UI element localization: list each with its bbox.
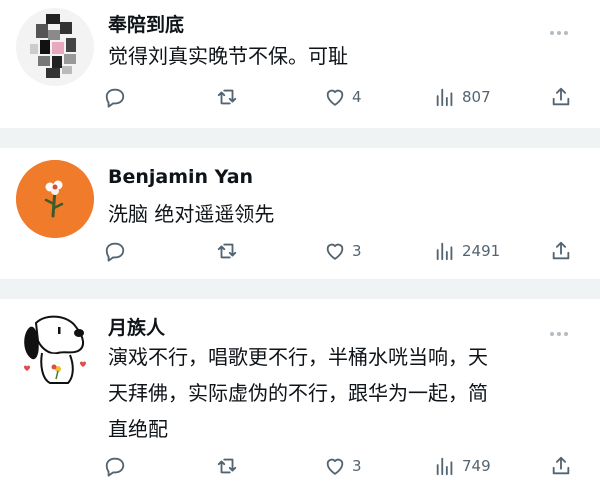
pixelated-avatar-image bbox=[16, 8, 94, 86]
post-card[interactable]: 奉陪到底 觉得刘真实晚节不保。可耻 4 807 bbox=[0, 0, 600, 128]
like-count: 3 bbox=[352, 242, 362, 260]
views-count: 807 bbox=[462, 88, 491, 106]
post-author[interactable]: Benjamin Yan bbox=[108, 166, 253, 188]
heart-icon bbox=[324, 240, 346, 262]
speech-bubble-icon bbox=[104, 240, 126, 262]
post-text: 洗脑 绝对遥遥领先 bbox=[108, 202, 275, 226]
like-button[interactable]: 4 bbox=[324, 82, 362, 112]
post-author[interactable]: 月族人 bbox=[108, 313, 165, 340]
avatar[interactable] bbox=[16, 309, 94, 387]
share-button[interactable] bbox=[550, 82, 572, 112]
avatar[interactable] bbox=[16, 160, 94, 238]
avatar[interactable] bbox=[16, 8, 94, 86]
like-button[interactable]: 3 bbox=[324, 451, 362, 481]
post-actions: 3 2491 bbox=[104, 236, 584, 266]
share-arrow-icon bbox=[550, 455, 572, 477]
reply-button[interactable] bbox=[104, 82, 126, 112]
post-actions: 4 807 bbox=[104, 82, 584, 112]
views-button[interactable]: 2491 bbox=[434, 236, 500, 266]
post-text: 演戏不行，唱歌更不行，半桶水咣当响，天 天拜佛，实际虚伪的不行，跟华为一起，简 … bbox=[108, 345, 488, 441]
post-divider bbox=[0, 279, 600, 299]
repost-button[interactable] bbox=[216, 236, 238, 266]
post-card[interactable]: 月族人 演戏不行，唱歌更不行，半桶水咣当响，天 天拜佛，实际虚伪的不行，跟华为一… bbox=[0, 299, 600, 491]
speech-bubble-icon bbox=[104, 86, 126, 108]
post-divider bbox=[0, 128, 600, 148]
reply-button[interactable] bbox=[104, 236, 126, 266]
post-card[interactable]: Benjamin Yan 洗脑 绝对遥遥领先 3 2491 bbox=[0, 148, 600, 279]
like-button[interactable]: 3 bbox=[324, 236, 362, 266]
heart-icon bbox=[324, 455, 346, 477]
bar-chart-icon bbox=[434, 240, 456, 262]
post-text: 觉得刘真实晚节不保。可耻 bbox=[108, 44, 348, 68]
like-count: 3 bbox=[352, 457, 362, 475]
share-arrow-icon bbox=[550, 86, 572, 108]
more-dots-icon[interactable] bbox=[550, 321, 576, 336]
repost-button[interactable] bbox=[216, 451, 238, 481]
views-button[interactable]: 749 bbox=[434, 451, 491, 481]
reply-button[interactable] bbox=[104, 451, 126, 481]
repost-arrows-icon bbox=[216, 455, 238, 477]
repost-arrows-icon bbox=[216, 240, 238, 262]
post-author[interactable]: 奉陪到底 bbox=[108, 10, 184, 37]
speech-bubble-icon bbox=[104, 455, 126, 477]
repost-arrows-icon bbox=[216, 86, 238, 108]
views-count: 749 bbox=[462, 457, 491, 475]
share-button[interactable] bbox=[550, 236, 572, 266]
repost-button[interactable] bbox=[216, 82, 238, 112]
bar-chart-icon bbox=[434, 455, 456, 477]
views-button[interactable]: 807 bbox=[434, 82, 491, 112]
post-actions: 3 749 bbox=[104, 451, 584, 481]
share-button[interactable] bbox=[550, 451, 572, 481]
heart-icon bbox=[324, 86, 346, 108]
bar-chart-icon bbox=[434, 86, 456, 108]
snoopy-avatar-image bbox=[16, 309, 94, 387]
like-count: 4 bbox=[352, 88, 362, 106]
views-count: 2491 bbox=[462, 242, 501, 260]
flower-avatar-image bbox=[16, 160, 94, 238]
share-arrow-icon bbox=[550, 240, 572, 262]
more-dots-icon[interactable] bbox=[550, 20, 576, 35]
